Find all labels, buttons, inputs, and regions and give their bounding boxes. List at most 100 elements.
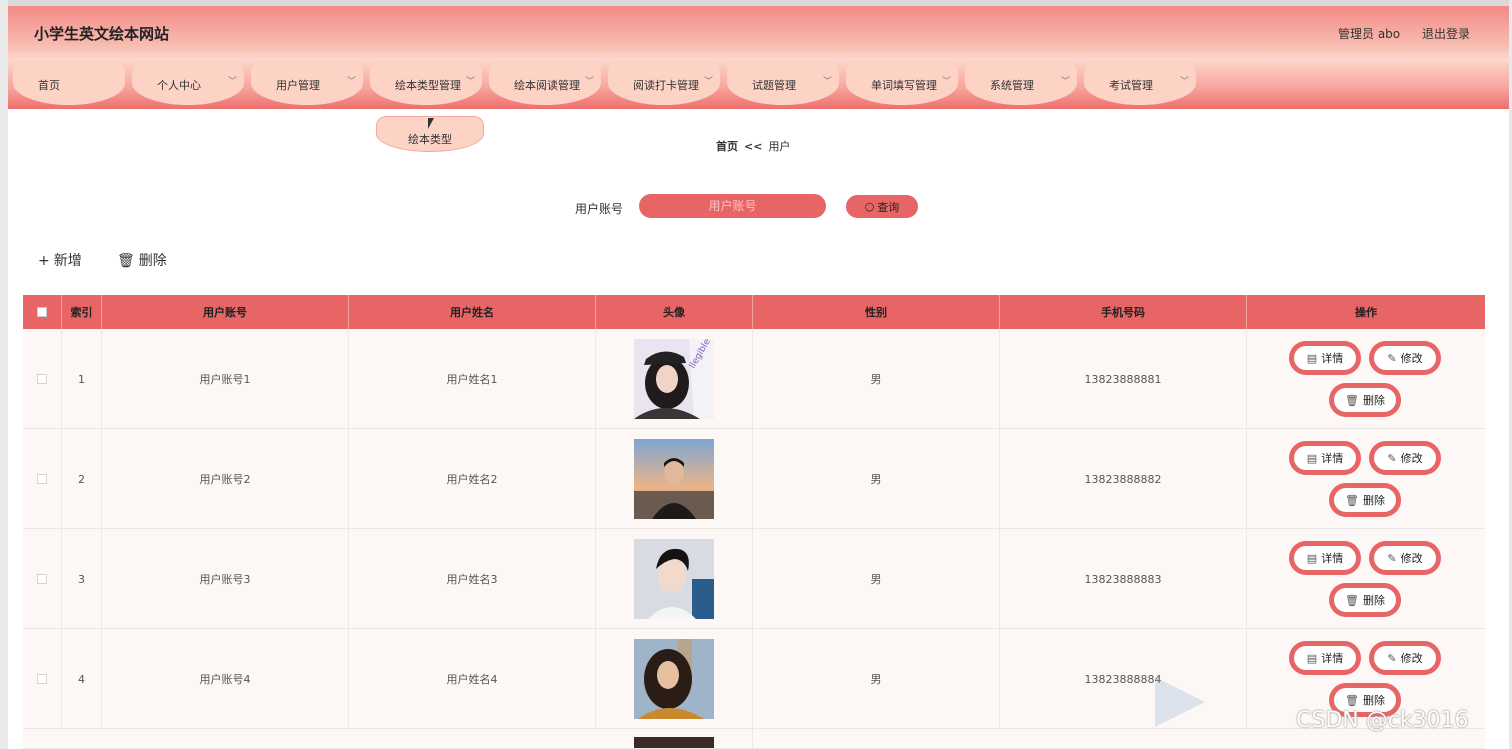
delete-button[interactable]: 🗑 删除 xyxy=(1329,383,1401,417)
avatar[interactable] xyxy=(634,539,714,619)
logout-link[interactable]: 退出登录 xyxy=(1422,25,1470,42)
detail-button[interactable]: ▤ 详情 xyxy=(1289,541,1361,575)
nav-item-label: 阅读打卡管理 xyxy=(633,79,699,92)
nav-item-label: 试题管理 xyxy=(752,79,796,92)
header-select-all[interactable] xyxy=(23,295,62,329)
chevron-down-icon: ﹀ xyxy=(347,77,357,87)
chevron-down-icon: ﹀ xyxy=(585,77,595,87)
edit-button[interactable]: ✎ 修改 xyxy=(1369,641,1441,675)
nav-item-exam-management[interactable]: 考试管理 ﹀ xyxy=(1084,62,1196,105)
row-select[interactable] xyxy=(23,329,62,429)
document-icon: ▤ xyxy=(1306,651,1318,665)
nav-item-reading-checkin-management[interactable]: 阅读打卡管理 ﹀ xyxy=(608,62,720,105)
column-header: 操作 xyxy=(1355,306,1377,319)
cell-account: 用户账号3 xyxy=(102,529,349,629)
cell-index: 1 xyxy=(62,329,102,429)
batch-delete-button[interactable]: 🗑 删除 xyxy=(117,250,167,270)
detail-button[interactable]: ▤ 详情 xyxy=(1289,641,1361,675)
row-checkbox[interactable] xyxy=(37,574,47,584)
nav-item-label: 考试管理 xyxy=(1109,79,1153,92)
chevron-down-icon: ﹀ xyxy=(1180,77,1190,87)
avatar[interactable] xyxy=(634,639,714,719)
row-checkbox[interactable] xyxy=(37,374,47,384)
nav-item-user-management[interactable]: 用户管理 ﹀ xyxy=(251,62,363,105)
edit-button-label: 修改 xyxy=(1400,652,1423,665)
cell-account: 用户账号2 xyxy=(102,429,349,529)
row-select[interactable] xyxy=(23,629,62,729)
chevron-down-icon: ﹀ xyxy=(228,77,238,87)
edit-button[interactable]: ✎ 修改 xyxy=(1369,541,1441,575)
table-row: 2 用户账号2 用户姓名2 男 13823888882 ▤ 详情 ✎ 修改 🗑 删除 xyxy=(23,429,1485,529)
add-button-label: 新增 xyxy=(53,253,82,269)
nav-item-book-reading-management[interactable]: 绘本阅读管理 ﹀ xyxy=(489,62,601,105)
trash-icon: 🗑 xyxy=(1345,593,1359,607)
column-header: 索引 xyxy=(62,295,102,329)
nav-item-label: 绘本类型管理 xyxy=(395,79,461,92)
column-header: 性别 xyxy=(753,295,1000,329)
cell-gender: 男 xyxy=(753,529,1000,629)
avatar[interactable] xyxy=(634,439,714,519)
avatar[interactable]: llegible xyxy=(634,339,714,419)
edit-button[interactable]: ✎ 修改 xyxy=(1369,441,1441,475)
table-header: 索引 用户账号 用户姓名 头像 性别 手机号码 操作 xyxy=(23,295,1485,329)
app-header: 小学生英文绘本网站 管理员 abo 退出登录 xyxy=(8,6,1509,58)
chevron-down-icon: ﹀ xyxy=(466,77,476,87)
search-button-label: 查询 xyxy=(877,200,900,214)
avatar[interactable] xyxy=(634,737,714,748)
breadcrumb: 首页 << 用户 xyxy=(716,138,790,154)
batch-delete-label: 删除 xyxy=(138,253,167,269)
cell-phone: 13823888882 xyxy=(1000,429,1247,529)
row-select[interactable] xyxy=(23,529,62,629)
edit-button-label: 修改 xyxy=(1400,352,1423,365)
document-icon: ▤ xyxy=(1306,551,1318,565)
breadcrumb-home[interactable]: 首页 xyxy=(716,140,738,153)
nav-item-word-fill-management[interactable]: 单词填写管理 ﹀ xyxy=(846,62,958,105)
select-all-checkbox[interactable] xyxy=(37,307,47,317)
nav-item-personal-center[interactable]: 个人中心 ﹀ xyxy=(132,62,244,105)
cell-name: 用户姓名3 xyxy=(349,529,596,629)
nav-item-book-type-management[interactable]: 绘本类型管理 ﹀ xyxy=(370,62,482,105)
search-input[interactable] xyxy=(639,194,826,218)
cell-avatar xyxy=(596,429,753,529)
chevron-down-icon: ﹀ xyxy=(1061,77,1071,87)
cell-avatar xyxy=(596,529,753,629)
cell-index: 3 xyxy=(62,529,102,629)
edit-button[interactable]: ✎ 修改 xyxy=(1369,341,1441,375)
nav-item-question-management[interactable]: 试题管理 ﹀ xyxy=(727,62,839,105)
cell-avatar xyxy=(596,729,753,748)
delete-button-label: 删除 xyxy=(1362,694,1385,707)
site-title: 小学生英文绘本网站 xyxy=(34,25,170,43)
detail-button[interactable]: ▤ 详情 xyxy=(1289,441,1361,475)
cell-index: 4 xyxy=(62,629,102,729)
row-checkbox[interactable] xyxy=(37,674,47,684)
table-row: 3 用户账号3 用户姓名3 男 13823888883 ▤ 详情 ✎ 修改 🗑 删除 xyxy=(23,529,1485,629)
delete-button[interactable]: 🗑 删除 xyxy=(1329,583,1401,617)
trash-icon: 🗑 xyxy=(1345,393,1359,407)
row-select[interactable] xyxy=(23,429,62,529)
cell-avatar xyxy=(596,629,753,729)
delete-button-label: 删除 xyxy=(1362,494,1385,507)
chevron-down-icon: ﹀ xyxy=(823,77,833,87)
search-icon: ○ xyxy=(864,200,875,213)
pencil-icon: ✎ xyxy=(1387,651,1397,665)
column-header: 手机号码 xyxy=(1000,295,1247,329)
nav-item-system-management[interactable]: 系统管理 ﹀ xyxy=(965,62,1077,105)
breadcrumb-separator: << xyxy=(744,140,763,153)
add-button[interactable]: + 新增 xyxy=(38,250,82,270)
table-row: 4 用户账号4 用户姓名4 男 13823888884 ▤ 详情 ✎ 修改 🗑 删除 xyxy=(23,629,1485,729)
trash-icon: 🗑 xyxy=(117,253,135,269)
chevron-down-icon: ﹀ xyxy=(942,77,952,87)
mouse-cursor-icon xyxy=(428,118,434,129)
detail-button[interactable]: ▤ 详情 xyxy=(1289,341,1361,375)
cell-avatar: llegible xyxy=(596,329,753,429)
search-button[interactable]: ○ 查询 xyxy=(846,195,918,218)
nav-item-home[interactable]: 首页 xyxy=(13,62,125,105)
cell-account: 用户账号1 xyxy=(102,329,349,429)
delete-button[interactable]: 🗑 删除 xyxy=(1329,483,1401,517)
cell-account: 用户账号4 xyxy=(102,629,349,729)
row-checkbox[interactable] xyxy=(37,474,47,484)
table-row: 1 用户账号1 用户姓名1 llegible 男 13823888881 ▤ 详情… xyxy=(23,329,1485,429)
plus-icon: + xyxy=(38,253,50,269)
table-row xyxy=(23,729,1485,749)
column-header: 用户姓名 xyxy=(349,295,596,329)
